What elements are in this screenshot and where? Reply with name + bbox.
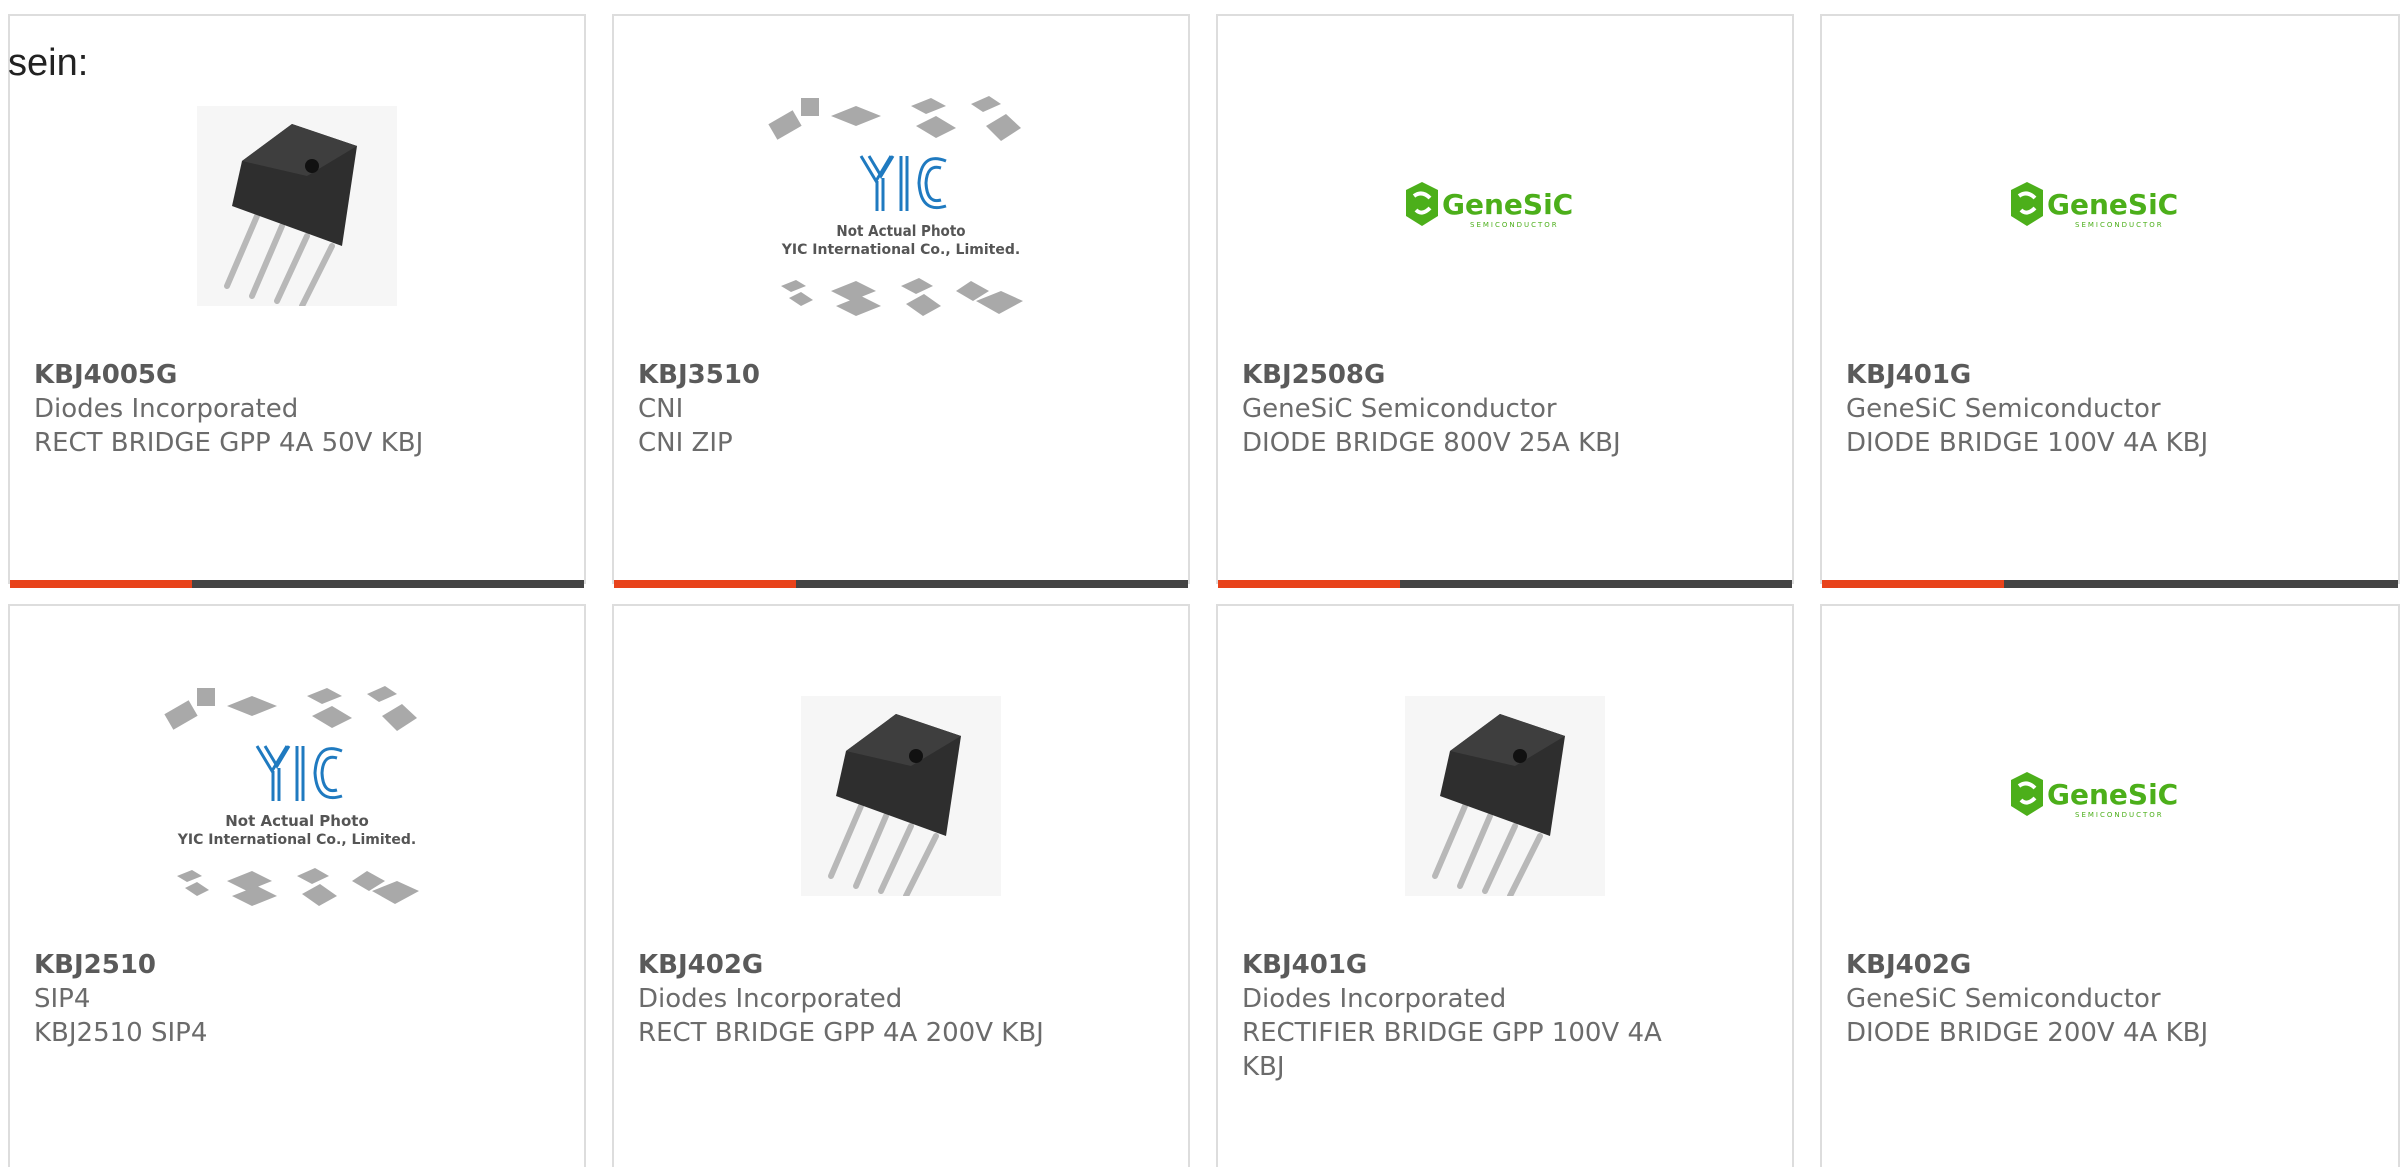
manufacturer: Diodes Incorporated bbox=[638, 984, 903, 1014]
logo-text: GeneSiC bbox=[2047, 778, 2178, 811]
placeholder-line-2: YIC International Co., Limited. bbox=[177, 832, 416, 848]
product-info: KBJ4005G Diodes Incorporated RECT BRIDGE… bbox=[34, 358, 560, 460]
product-card[interactable]: KBJ4005G Diodes Incorporated RECT BRIDGE… bbox=[8, 14, 586, 588]
yic-placeholder-image: Not Actual Photo YIC International Co., … bbox=[768, 96, 1023, 316]
placeholder-line-2: YIC International Co., Limited. bbox=[781, 242, 1020, 258]
part-number[interactable]: KBJ402G bbox=[1846, 948, 2374, 982]
part-number[interactable]: KBJ401G bbox=[1846, 358, 2374, 392]
description: DIODE BRIDGE 200V 4A KBJ bbox=[1846, 1018, 2209, 1048]
description: KBJ2510 SIP4 bbox=[34, 1018, 208, 1048]
product-image[interactable] bbox=[614, 666, 1188, 926]
product-card[interactable]: Not Actual Photo YIC International Co., … bbox=[8, 604, 586, 1167]
description: DIODE BRIDGE 800V 25A KBJ bbox=[1242, 428, 1621, 458]
product-info: KBJ2508G GeneSiC Semiconductor DIODE BRI… bbox=[1242, 358, 1768, 460]
logo-text: GeneSiC bbox=[2047, 188, 2178, 221]
description: DIODE BRIDGE 100V 4A KBJ bbox=[1846, 428, 2209, 458]
product-image[interactable]: Not Actual Photo YIC International Co., … bbox=[614, 76, 1188, 336]
product-image[interactable]: Not Actual Photo YIC International Co., … bbox=[10, 666, 584, 926]
logo-text: GeneSiC bbox=[1442, 188, 1573, 221]
manufacturer: CNI bbox=[638, 394, 684, 424]
card-bar-accent bbox=[10, 580, 192, 588]
product-card[interactable]: Not Actual Photo YIC International Co., … bbox=[612, 14, 1190, 588]
card-bottom-bar bbox=[1822, 580, 2398, 588]
description: CNI ZIP bbox=[638, 428, 733, 458]
product-info: KBJ401G GeneSiC Semiconductor DIODE BRID… bbox=[1846, 358, 2374, 460]
card-bottom-bar bbox=[614, 580, 1188, 588]
rectifier-package-image bbox=[801, 696, 1001, 896]
product-card[interactable]: KBJ402G Diodes Incorporated RECT BRIDGE … bbox=[612, 604, 1190, 1167]
description: RECT BRIDGE GPP 4A 200V KBJ bbox=[638, 1018, 1044, 1048]
logo-subtext: SEMICONDUCTOR bbox=[1470, 221, 1559, 229]
product-info: KBJ2510 SIP4 KBJ2510 SIP4 bbox=[34, 948, 560, 1050]
part-number[interactable]: KBJ2510 bbox=[34, 948, 560, 982]
genesic-logo: GeneSiC SEMICONDUCTOR bbox=[2011, 182, 2178, 229]
intro-text: sein: bbox=[8, 42, 89, 84]
product-card[interactable]: GeneSiC SEMICONDUCTOR KBJ401G GeneSiC Se… bbox=[1820, 14, 2400, 588]
product-card[interactable]: KBJ401G Diodes Incorporated RECTIFIER BR… bbox=[1216, 604, 1794, 1167]
rectifier-package-image bbox=[1405, 696, 1605, 896]
product-image[interactable]: GeneSiC SEMICONDUCTOR bbox=[1218, 76, 1792, 336]
part-number[interactable]: KBJ3510 bbox=[638, 358, 1164, 392]
product-image[interactable] bbox=[10, 76, 584, 336]
logo-subtext: SEMICONDUCTOR bbox=[2075, 221, 2164, 229]
placeholder-line-1: Not Actual Photo bbox=[836, 222, 965, 240]
genesic-logo: GeneSiC SEMICONDUCTOR bbox=[1406, 182, 1573, 229]
product-image[interactable] bbox=[1218, 666, 1792, 926]
manufacturer: GeneSiC Semiconductor bbox=[1242, 394, 1557, 424]
part-number[interactable]: KBJ2508G bbox=[1242, 358, 1768, 392]
manufacturer: Diodes Incorporated bbox=[34, 394, 299, 424]
card-bar-accent bbox=[1218, 580, 1400, 588]
product-info: KBJ402G Diodes Incorporated RECT BRIDGE … bbox=[638, 948, 1164, 1050]
part-number[interactable]: KBJ402G bbox=[638, 948, 1164, 982]
description: RECTIFIER BRIDGE GPP 100V 4A KBJ bbox=[1242, 1018, 1662, 1082]
product-image[interactable]: GeneSiC SEMICONDUCTOR bbox=[1822, 76, 2398, 336]
manufacturer: GeneSiC Semiconductor bbox=[1846, 394, 2161, 424]
product-image[interactable]: GeneSiC SEMICONDUCTOR bbox=[1822, 666, 2398, 926]
product-info: KBJ402G GeneSiC Semiconductor DIODE BRID… bbox=[1846, 948, 2374, 1050]
product-card[interactable]: GeneSiC SEMICONDUCTOR KBJ402G GeneSiC Se… bbox=[1820, 604, 2400, 1167]
product-info: KBJ3510 CNI CNI ZIP bbox=[638, 358, 1164, 460]
card-bottom-bar bbox=[1218, 580, 1792, 588]
product-info: KBJ401G Diodes Incorporated RECTIFIER BR… bbox=[1242, 948, 1768, 1084]
manufacturer: GeneSiC Semiconductor bbox=[1846, 984, 2161, 1014]
manufacturer: SIP4 bbox=[34, 984, 91, 1014]
placeholder-line-1: Not Actual Photo bbox=[225, 812, 369, 830]
genesic-logo: GeneSiC SEMICONDUCTOR bbox=[2011, 772, 2178, 819]
yic-placeholder-image: Not Actual Photo YIC International Co., … bbox=[164, 686, 419, 906]
part-number[interactable]: KBJ401G bbox=[1242, 948, 1768, 982]
card-bottom-bar bbox=[10, 580, 584, 588]
card-bar-accent bbox=[614, 580, 796, 588]
product-card[interactable]: GeneSiC SEMICONDUCTOR KBJ2508G GeneSiC S… bbox=[1216, 14, 1794, 588]
manufacturer: Diodes Incorporated bbox=[1242, 984, 1507, 1014]
card-bar-accent bbox=[1822, 580, 2004, 588]
rectifier-package-image bbox=[197, 106, 397, 306]
logo-subtext: SEMICONDUCTOR bbox=[2075, 811, 2164, 819]
part-number[interactable]: KBJ4005G bbox=[34, 358, 560, 392]
description: RECT BRIDGE GPP 4A 50V KBJ bbox=[34, 428, 424, 458]
